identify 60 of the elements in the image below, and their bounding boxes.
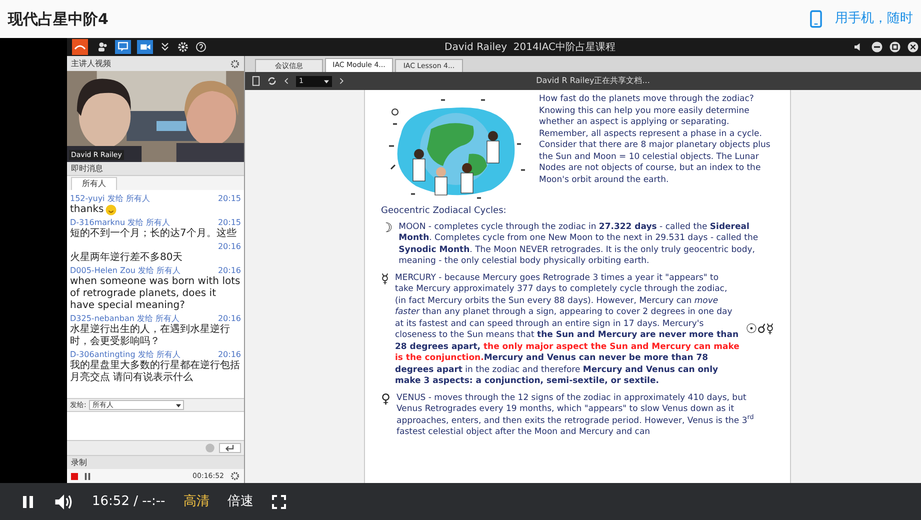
camera-icon[interactable]	[137, 40, 153, 54]
caret-icon	[176, 402, 182, 408]
message-sender: D005-Helen Zou 发给 所有人	[70, 265, 181, 276]
panel-title: 录制	[71, 456, 87, 468]
intro-paragraph: How fast do the planets move through the zodiac? Knowing this can help you more easily determine whether an aspect is applying or separating. Remember, all aspects represent a phase in a cycle. Consider that there are 8 major planetary objects plus the Sun and Moon = 10 celestial objects. The Lunar Nodes are not objects of course, but an index to the Moon's orbit around the earth.	[539, 94, 772, 186]
section-heading: Geocentric Zodiacal Cycles:	[381, 206, 508, 218]
message-text: 火星两年逆行差不多80天	[70, 252, 183, 264]
phone-icon[interactable]	[807, 9, 825, 29]
planet-paragraph: MERCURY - because Mercury goes Retrograde 3 times a year it "appears" to take Mercury approximately 377 days to completely cycle through the zodiac, (in fact Mercury orbits the Sun every 88 days). However, Mercury can move faster than any planet through a sign, appearing to cover 2 degrees in one day at its fastest and can speed through an entire sign in 17 days. Mercury's closeness to the Sun means that the Sun and Mercury are never more than 28 degrees apart, the only major aspect the Sun and Mercury can make is the conjunction.Mercury and Venus can never be more than 78 degrees apart in the zodiac and therefore Mercury and Venus can only make 3 aspects: a conjunction, semi-sextile, or sextile.	[394, 272, 740, 388]
message-text: when someone was born with lots of retrograde planets, does it have special meaning?	[70, 276, 241, 312]
settings-icon[interactable]	[230, 471, 240, 481]
planet-symbol: ♀	[381, 392, 391, 406]
restore-icon[interactable]	[889, 41, 901, 53]
message-time: 20:15	[218, 217, 241, 228]
message-sender: 152-yuyi 发给 所有人	[70, 193, 150, 204]
sharing-status: David R Railey正在共享文档...	[535, 75, 651, 87]
planet-paragraph: VENUS - moves through the 12 signs of the zodiac in approximately 410 days, but Venus Retrogrades every 19 months, which "appears" to slow Venus down as it approaches, enters, and then exits the retrograde period. However, Venus is the 3$^{rd}$ fastest celestial object after the Moon and Mercury and can	[396, 392, 755, 438]
record-icon[interactable]	[71, 472, 78, 480]
settings-icon[interactable]	[230, 58, 240, 68]
panel-title: 即时消息	[71, 162, 103, 174]
people-icon[interactable]	[97, 41, 109, 53]
message-sender: D325-nebanban 发给 所有人	[70, 313, 180, 324]
message-input[interactable]	[67, 411, 244, 441]
planet-symbol: ☽	[381, 222, 393, 234]
message-text: 水星逆行出生的人，在遇到水星逆行时，会更受影响吗？	[70, 324, 231, 348]
message-time: 20:16	[218, 349, 241, 360]
message-text: 短的不到一个月；长的达7个月。这些	[70, 228, 236, 240]
pause-icon[interactable]	[20, 494, 36, 510]
minimize-icon[interactable]	[871, 41, 883, 53]
planet-symbol: ☿	[381, 272, 389, 286]
message-text: 我的星盘里大多数的行星都在逆行包括月亮交点 请问有说表示什么	[70, 360, 241, 384]
speed-button[interactable]: 倍速	[227, 492, 254, 512]
chat-icon[interactable]	[115, 40, 131, 54]
playback-time: 16:52 / --:--	[92, 492, 166, 511]
message-time: 20:15	[218, 193, 241, 204]
message-sender: D-316marknu 发给 所有人	[70, 217, 170, 228]
previous-icon[interactable]	[283, 76, 290, 86]
message-time: 20:16	[218, 265, 241, 276]
course-title: 现代占星中阶4	[8, 8, 108, 30]
close-icon[interactable]	[907, 41, 919, 53]
message-text: thanks	[70, 204, 104, 216]
enter-icon	[224, 444, 236, 452]
planet-paragraph: MOON - completes cycle through the zodiac in 27.322 days - called the Sidereal Month. Completes cycle from one New Moon to the next in 29.531 days - called the Synodic Month. The Moon NEVER retrogrades. It is the only truly geocentric body, meaning - the only celestial body physically orbiting earth.	[398, 222, 760, 268]
audience-tab[interactable]: 所有人	[71, 177, 117, 190]
quality-button[interactable]: 高清	[183, 492, 210, 512]
panel-title: 主讲人视频	[71, 58, 111, 70]
message-time: 20:16	[218, 313, 241, 324]
aspect-symbols: ☉☌☿	[746, 324, 774, 336]
send-button[interactable]	[219, 443, 241, 453]
help-icon[interactable]	[195, 41, 207, 53]
message-sender: D-306antingting 发给 所有人	[70, 349, 180, 360]
window-title: David Railey 2014IAC中阶占星课程	[444, 40, 616, 54]
document-icon[interactable]	[251, 76, 261, 86]
chevron-icon[interactable]	[159, 41, 171, 53]
refresh-icon[interactable]	[267, 76, 277, 86]
next-icon[interactable]	[338, 76, 345, 86]
fullscreen-icon[interactable]	[271, 494, 288, 510]
caret-icon	[324, 78, 329, 84]
message-time: 20:16	[218, 241, 241, 252]
pause-icon[interactable]	[84, 472, 91, 480]
